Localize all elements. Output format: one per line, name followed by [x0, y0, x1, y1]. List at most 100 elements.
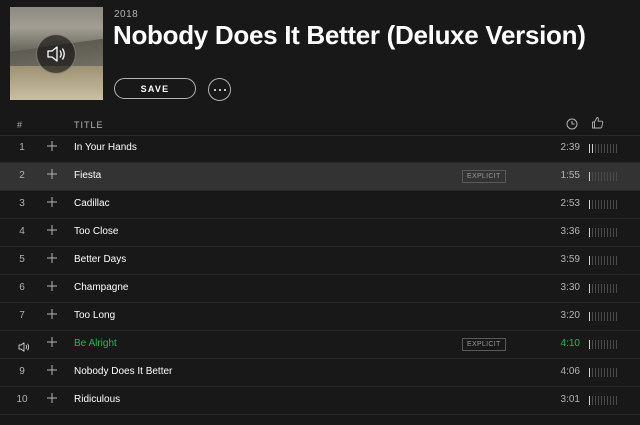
- popularity-bar: [607, 172, 608, 181]
- explicit-badge: EXPLICIT: [462, 170, 506, 183]
- popularity-bar: [595, 172, 596, 181]
- track-title[interactable]: Be Alright: [74, 338, 117, 349]
- track-number: 10: [16, 394, 28, 405]
- track-title[interactable]: Champagne: [74, 282, 128, 293]
- popularity-bar: [589, 228, 590, 237]
- track-number: 4: [19, 226, 25, 237]
- popularity-bar: [613, 228, 614, 237]
- add-to-library-icon[interactable]: [46, 168, 58, 182]
- add-to-library-icon[interactable]: [46, 140, 58, 154]
- track-duration: 3:36: [560, 226, 580, 237]
- popularity-bar: [616, 256, 617, 265]
- track-row[interactable]: 10 Ridiculous 3:01: [0, 387, 640, 415]
- popularity-bar: [598, 228, 599, 237]
- popularity-bar: [610, 144, 611, 153]
- popularity-bar: [613, 256, 614, 265]
- track-duration: 2:53: [560, 198, 580, 209]
- track-title[interactable]: Too Long: [74, 310, 115, 321]
- track-row[interactable]: 3 Cadillac 2:53: [0, 191, 640, 219]
- popularity-bar: [604, 312, 605, 321]
- popularity-bar: [607, 340, 608, 349]
- track-title[interactable]: Too Close: [74, 226, 118, 237]
- popularity-bar: [604, 228, 605, 237]
- popularity-bar: [607, 284, 608, 293]
- popularity-meter: [589, 144, 619, 153]
- add-to-library-icon[interactable]: [46, 196, 58, 210]
- add-to-library-icon[interactable]: [46, 280, 58, 294]
- track-row[interactable]: 4 Too Close 3:36: [0, 219, 640, 247]
- popularity-bar: [616, 312, 617, 321]
- add-to-library-icon[interactable]: [46, 392, 58, 406]
- add-to-library-icon[interactable]: [46, 364, 58, 378]
- track-duration: 1:55: [560, 170, 580, 181]
- track-title[interactable]: Fiesta: [74, 170, 101, 181]
- track-title[interactable]: In Your Hands: [74, 142, 137, 153]
- track-number: 1: [19, 142, 25, 153]
- track-row[interactable]: 1 In Your Hands 2:39: [0, 135, 640, 163]
- popularity-bar: [610, 368, 611, 377]
- tracklist-header: # TITLE: [0, 112, 640, 136]
- popularity-bar: [607, 256, 608, 265]
- popularity-bar: [613, 172, 614, 181]
- speaker-icon[interactable]: [36, 34, 76, 74]
- column-header-title[interactable]: TITLE: [74, 120, 104, 130]
- popularity-bar: [610, 312, 611, 321]
- album-cover[interactable]: [10, 7, 103, 100]
- track-title[interactable]: Cadillac: [74, 198, 110, 209]
- explicit-badge: EXPLICIT: [462, 338, 506, 351]
- popularity-bar: [613, 284, 614, 293]
- column-header-number[interactable]: #: [17, 120, 22, 130]
- track-row[interactable]: 2 Fiesta EXPLICIT 1:55: [0, 163, 640, 191]
- track-number: 7: [19, 310, 25, 321]
- dot: [213, 88, 216, 91]
- popularity-bar: [610, 340, 611, 349]
- popularity-meter: [589, 256, 619, 265]
- add-to-library-icon[interactable]: [46, 252, 58, 266]
- popularity-bar: [601, 228, 602, 237]
- add-to-library-icon[interactable]: [46, 224, 58, 238]
- track-row[interactable]: Be Alright EXPLICIT 4:10: [0, 331, 640, 359]
- popularity-meter: [589, 340, 619, 349]
- track-title[interactable]: Nobody Does It Better: [74, 366, 172, 377]
- popularity-bar: [604, 284, 605, 293]
- popularity-bar: [616, 396, 617, 405]
- now-playing-speaker-icon[interactable]: [18, 339, 30, 357]
- track-row[interactable]: 5 Better Days 3:59: [0, 247, 640, 275]
- popularity-bar: [592, 256, 593, 265]
- popularity-meter: [589, 228, 619, 237]
- popularity-bar: [592, 228, 593, 237]
- popularity-bar: [604, 256, 605, 265]
- popularity-bar: [604, 200, 605, 209]
- popularity-bar: [610, 200, 611, 209]
- popularity-bar: [589, 340, 590, 349]
- popularity-bar: [610, 172, 611, 181]
- track-row[interactable]: 6 Champagne 3:30: [0, 275, 640, 303]
- popularity-meter: [589, 396, 619, 405]
- save-button[interactable]: SAVE: [114, 78, 196, 99]
- track-row[interactable]: 9 Nobody Does It Better 4:06: [0, 359, 640, 387]
- clock-icon[interactable]: [566, 117, 578, 135]
- popularity-bar: [616, 228, 617, 237]
- popularity-bar: [616, 144, 617, 153]
- track-number: 5: [19, 254, 25, 265]
- add-to-library-icon[interactable]: [46, 308, 58, 322]
- add-to-library-icon[interactable]: [46, 336, 58, 350]
- track-number: 2: [19, 170, 25, 181]
- popularity-bar: [601, 200, 602, 209]
- track-number: 6: [19, 282, 25, 293]
- popularity-bar: [589, 284, 590, 293]
- track-row[interactable]: 7 Too Long 3:20: [0, 303, 640, 331]
- popularity-bar: [589, 200, 590, 209]
- popularity-bar: [598, 312, 599, 321]
- track-title[interactable]: Better Days: [74, 254, 126, 265]
- popularity-bar: [610, 284, 611, 293]
- thumbs-up-icon[interactable]: [591, 116, 604, 134]
- popularity-bar: [592, 144, 593, 153]
- popularity-bar: [604, 144, 605, 153]
- more-options-button[interactable]: [208, 78, 231, 101]
- popularity-bar: [604, 396, 605, 405]
- popularity-bar: [598, 284, 599, 293]
- track-title[interactable]: Ridiculous: [74, 394, 120, 405]
- popularity-bar: [607, 368, 608, 377]
- popularity-bar: [613, 144, 614, 153]
